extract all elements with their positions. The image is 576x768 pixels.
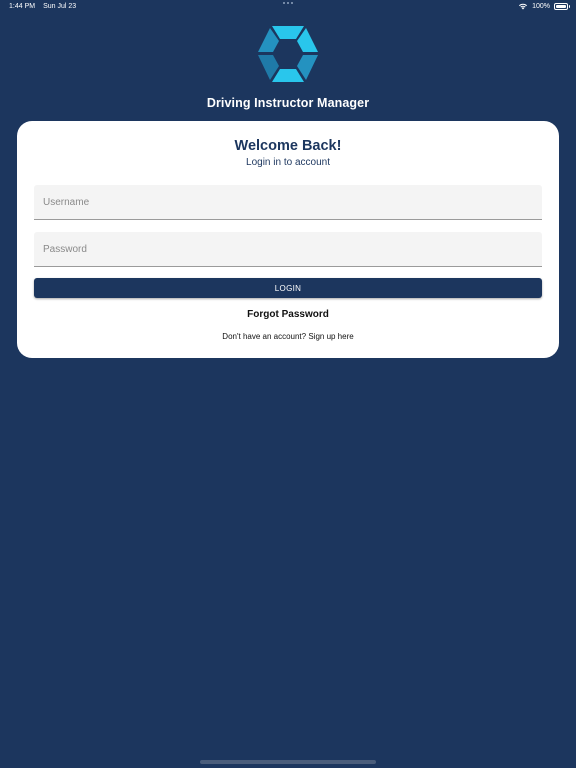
dot: [287, 2, 289, 4]
status-bar: 1:44 PM Sun Jul 23 100%: [0, 0, 576, 14]
battery-icon: [554, 2, 570, 10]
login-subtitle: Login in to account: [246, 157, 330, 168]
hexagon-logo-icon: [258, 26, 318, 82]
battery-fill: [556, 4, 566, 8]
login-button[interactable]: LOGIN: [34, 278, 542, 298]
login-screen: 1:44 PM Sun Jul 23 100% Driving Instruct…: [0, 0, 576, 768]
status-right: 100%: [518, 2, 570, 10]
dot: [291, 2, 293, 4]
login-card: Welcome Back! Login in to account LOGIN …: [17, 121, 559, 358]
forgot-password-link[interactable]: Forgot Password: [17, 309, 559, 320]
password-field[interactable]: [34, 232, 542, 267]
status-date: Sun Jul 23: [43, 3, 77, 10]
battery-percent: 100%: [532, 2, 550, 10]
app-name: Driving Instructor Manager: [206, 96, 370, 110]
wifi-icon: [519, 3, 528, 10]
dot: [283, 2, 285, 4]
status-time: 1:44 PM: [9, 3, 36, 10]
home-indicator[interactable]: [200, 760, 376, 764]
status-left: 1:44 PM Sun Jul 23: [9, 3, 76, 10]
multitasking-dots[interactable]: [283, 2, 293, 4]
welcome-title: Welcome Back!: [234, 138, 342, 154]
signup-link[interactable]: Don't have an account? Sign up here: [17, 332, 559, 341]
username-field[interactable]: [34, 185, 542, 220]
